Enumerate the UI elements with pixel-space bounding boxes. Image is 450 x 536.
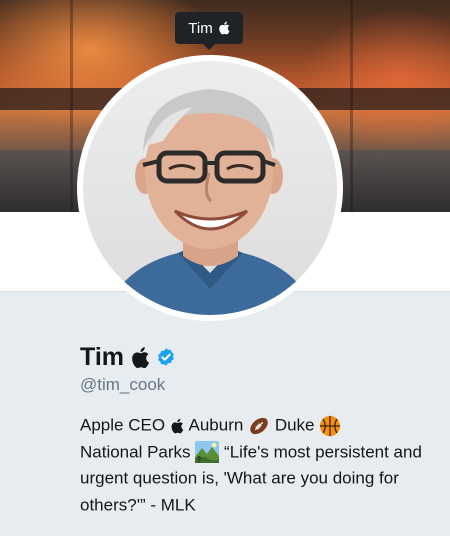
avatar-photo (83, 61, 337, 315)
banner-pillar (70, 0, 73, 212)
profile-bio: Apple CEO Auburn Duke National Parks “Li… (80, 412, 430, 518)
basketball-icon (320, 415, 341, 436)
bio-text: Auburn (188, 415, 244, 435)
apple-logo-icon (218, 21, 230, 35)
banner-pillar (350, 0, 353, 212)
profile-handle[interactable]: @tim_cook (80, 375, 165, 395)
bio-text: National Parks (80, 442, 191, 462)
national-park-icon (195, 441, 220, 464)
apple-logo-icon (132, 346, 149, 368)
profile-name-row: Tim (80, 340, 176, 374)
bio-text: Apple CEO (80, 415, 166, 435)
apple-logo-icon (171, 418, 184, 433)
avatar[interactable] (77, 55, 343, 321)
profile-name: Tim (80, 342, 124, 371)
tooltip-text: Tim (188, 19, 213, 37)
bio-text: Duke (274, 415, 315, 435)
name-tooltip: Tim (175, 12, 243, 50)
verified-badge-icon[interactable] (156, 347, 176, 367)
football-icon (250, 417, 268, 434)
